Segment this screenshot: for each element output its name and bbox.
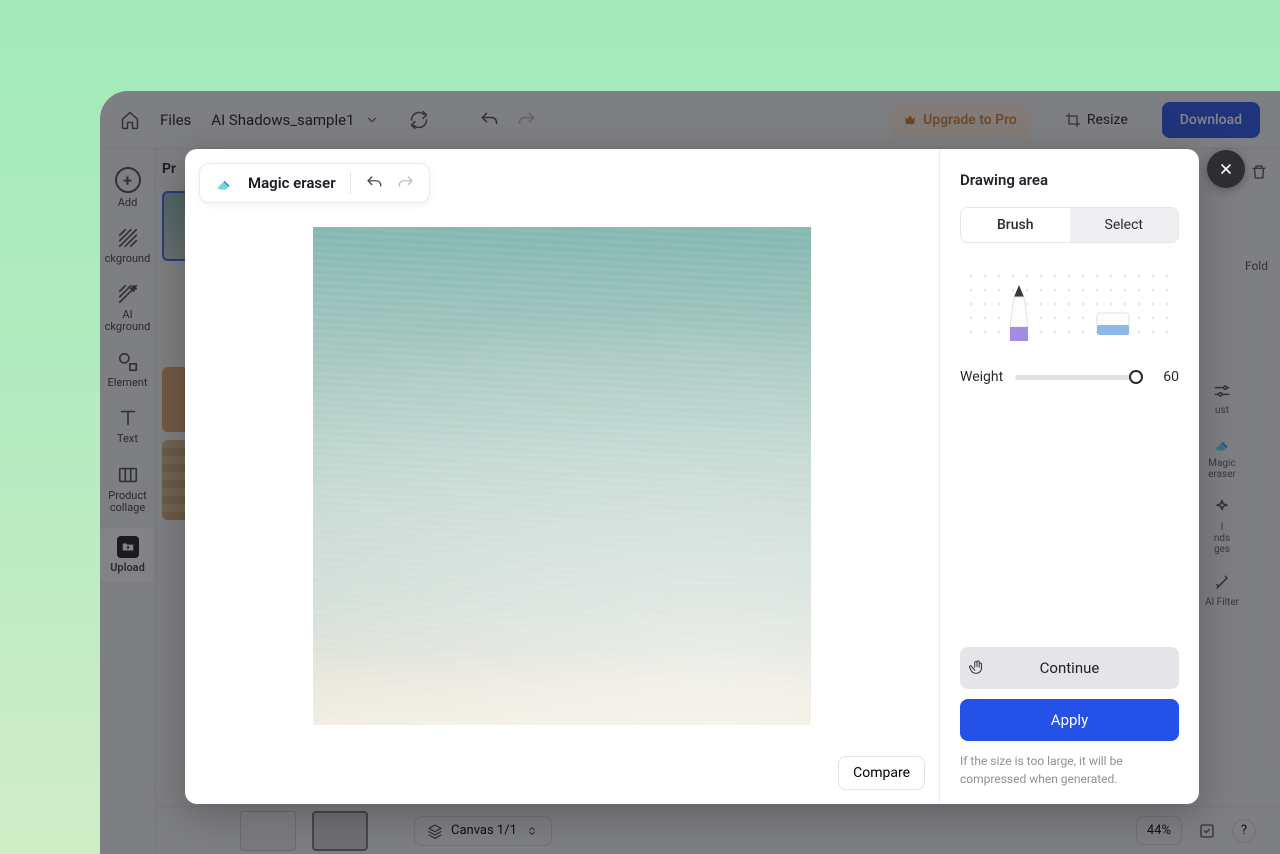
tab-brush[interactable]: Brush [961,208,1070,242]
eraser-icon [214,173,234,193]
mode-segmented: Brush Select [960,207,1179,243]
weight-control: Weight 60 [960,369,1179,385]
apply-button[interactable]: Apply [960,699,1179,741]
undo-icon[interactable] [365,174,383,192]
tool-title: Magic eraser [248,174,336,192]
panel-title: Drawing area [960,171,1179,189]
modal-side-panel: Drawing area Brush Select Weight 60 [939,149,1199,804]
editing-canvas[interactable] [313,227,811,725]
size-hint: If the size is too large, it will be com… [960,753,1179,788]
eraser-tool-icon [1095,303,1131,343]
close-icon [1218,161,1234,177]
tool-header: Magic eraser [199,163,430,203]
tab-select[interactable]: Select [1070,208,1179,242]
slider-thumb[interactable] [1129,370,1143,384]
weight-label: Weight [960,369,1003,385]
weight-slider[interactable] [1015,375,1141,380]
continue-button[interactable]: Continue [960,647,1179,689]
pencil-icon [1004,283,1034,343]
brush-preview [960,265,1179,341]
compare-button[interactable]: Compare [838,756,925,790]
hand-cursor-icon [968,659,986,677]
redo-icon [397,174,415,192]
close-button[interactable] [1207,150,1245,188]
modal-canvas-area: Magic eraser Compare [185,149,939,804]
magic-eraser-modal: Magic eraser Compare Drawing area Brush … [185,149,1199,804]
weight-value: 60 [1153,369,1179,385]
